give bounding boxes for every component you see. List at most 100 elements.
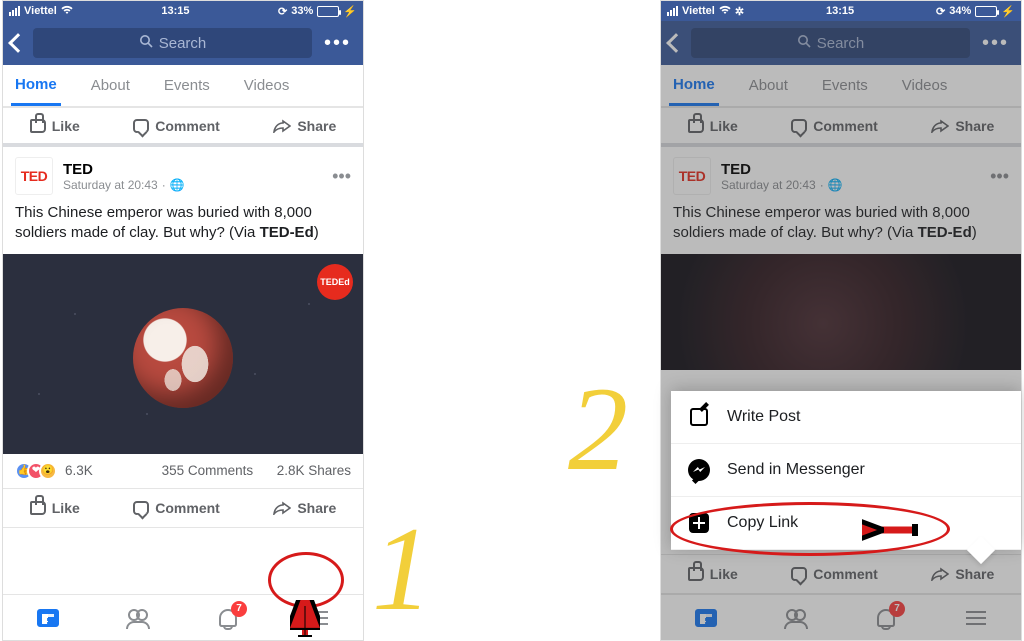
post: TED TED Saturday at 20:43 · 🌐 ••• This C…: [3, 147, 363, 244]
comment-button[interactable]: Comment: [791, 566, 878, 582]
search-icon: [797, 34, 811, 52]
nav-bar: Search •••: [3, 21, 363, 65]
avatar[interactable]: TED: [15, 157, 53, 195]
shares-count: 2.8K Shares: [277, 463, 351, 478]
post-author[interactable]: TED: [721, 161, 843, 178]
tab-notifications[interactable]: 7: [873, 605, 899, 631]
tab-videos[interactable]: Videos: [240, 67, 294, 104]
chevron-left-icon: [8, 33, 28, 53]
reactions-count: 6.3K: [65, 463, 93, 478]
sheet-send-messenger[interactable]: Send in Messenger: [671, 444, 1021, 497]
annotation-arrow-up: [290, 600, 320, 640]
battery-icon: [317, 6, 339, 17]
tab-home[interactable]: Home: [669, 66, 719, 106]
wow-react-icon: 😮: [39, 462, 57, 480]
back-button[interactable]: [669, 36, 683, 50]
search-input[interactable]: Search: [33, 28, 312, 58]
post-actions-top: Like Comment Share: [661, 107, 1021, 147]
wifi-icon: [719, 5, 731, 18]
like-button[interactable]: Like: [688, 566, 738, 582]
post-stats[interactable]: 👍 ❤ 😮 6.3K 355 Comments 2.8K Shares: [3, 454, 363, 488]
rotation-lock-icon: ⟳: [278, 5, 287, 18]
post-author[interactable]: TED: [63, 161, 185, 178]
post-actions-top: Like Comment Share: [3, 107, 363, 147]
post-actions-bottom: Like Comment Share: [3, 488, 363, 528]
phone-screenshot-1: Viettel 13:15 ⟳ 33% ⚡ Search ••• Home Ab…: [2, 0, 364, 641]
nav-bar: Search •••: [661, 21, 1021, 65]
bottom-tab-bar: 7: [661, 594, 1021, 640]
clock-label: 13:15: [826, 5, 854, 17]
globe-illustration: [133, 308, 233, 408]
search-placeholder: Search: [817, 35, 865, 52]
search-placeholder: Search: [159, 35, 207, 52]
avatar[interactable]: TED: [673, 157, 711, 195]
share-button[interactable]: Share: [931, 566, 994, 582]
annotation-arrow-left: [862, 518, 922, 542]
clock-label: 13:15: [161, 5, 189, 17]
tab-notifications[interactable]: 7: [215, 605, 241, 631]
comment-button[interactable]: Comment: [133, 118, 220, 134]
status-bar: Viettel ✲ 13:15 ⟳ 34% ⚡: [661, 1, 1021, 21]
thumb-up-icon: [688, 567, 704, 581]
share-button[interactable]: Share: [273, 118, 336, 134]
more-button[interactable]: •••: [978, 32, 1013, 55]
tab-about[interactable]: About: [745, 67, 792, 104]
friends-icon: [126, 609, 150, 627]
annotation-step-2: 2: [568, 360, 628, 498]
post-meta: Saturday at 20:43 · 🌐: [63, 178, 185, 192]
sheet-write-post[interactable]: Write Post: [671, 391, 1021, 444]
charging-icon: ⚡: [343, 5, 357, 18]
thumb-up-icon: [30, 501, 46, 515]
comments-count: 355 Comments: [162, 463, 254, 478]
like-button[interactable]: Like: [30, 118, 80, 134]
comment-icon: [133, 501, 149, 515]
page-tabs: Home About Events Videos: [3, 65, 363, 107]
globe-icon: 🌐: [828, 178, 843, 192]
comment-button[interactable]: Comment: [133, 500, 220, 516]
signal-icon: [9, 6, 20, 16]
like-button[interactable]: Like: [688, 118, 738, 134]
search-input[interactable]: Search: [691, 28, 970, 58]
carrier-label: Viettel: [24, 5, 57, 17]
post-more-button[interactable]: •••: [990, 166, 1009, 187]
tab-menu[interactable]: [963, 605, 989, 631]
feed-icon: [695, 609, 717, 627]
comment-button[interactable]: Comment: [791, 118, 878, 134]
post: TED TED Saturday at 20:43 · 🌐 ••• This C…: [661, 147, 1021, 244]
back-button[interactable]: [11, 36, 25, 50]
notifications-badge: 7: [231, 601, 247, 617]
tab-feed[interactable]: [693, 605, 719, 631]
loading-spinner-icon: ✲: [735, 5, 744, 18]
tab-feed[interactable]: [35, 605, 61, 631]
tab-events[interactable]: Events: [818, 67, 872, 104]
comment-icon: [791, 119, 807, 133]
post-text: This Chinese emperor was buried with 8,0…: [673, 203, 1009, 244]
tab-friends[interactable]: [125, 605, 151, 631]
post-actions-bottom: Like Comment Share: [661, 554, 1021, 594]
friends-icon: [784, 609, 808, 627]
messenger-icon: [688, 459, 710, 481]
globe-icon: 🌐: [170, 178, 185, 192]
post-more-button[interactable]: •••: [332, 166, 351, 187]
more-button[interactable]: •••: [320, 32, 355, 55]
tab-home[interactable]: Home: [11, 66, 61, 106]
battery-icon: [975, 6, 997, 17]
carrier-label: Viettel: [682, 5, 715, 17]
post-media[interactable]: [661, 254, 1021, 370]
share-button[interactable]: Share: [273, 500, 336, 516]
teded-badge: TEDEd: [317, 264, 353, 300]
chevron-left-icon: [666, 33, 686, 53]
annotation-step-1: 1: [372, 500, 432, 638]
tab-friends[interactable]: [783, 605, 809, 631]
rotation-lock-icon: ⟳: [936, 5, 945, 18]
comment-icon: [133, 119, 149, 133]
share-icon: [273, 501, 291, 515]
share-button[interactable]: Share: [931, 118, 994, 134]
tab-events[interactable]: Events: [160, 67, 214, 104]
like-button[interactable]: Like: [30, 500, 80, 516]
post-media[interactable]: TEDEd: [3, 254, 363, 454]
tab-about[interactable]: About: [87, 67, 134, 104]
tab-videos[interactable]: Videos: [898, 67, 952, 104]
battery-pct-label: 34%: [949, 5, 971, 17]
search-icon: [139, 34, 153, 52]
